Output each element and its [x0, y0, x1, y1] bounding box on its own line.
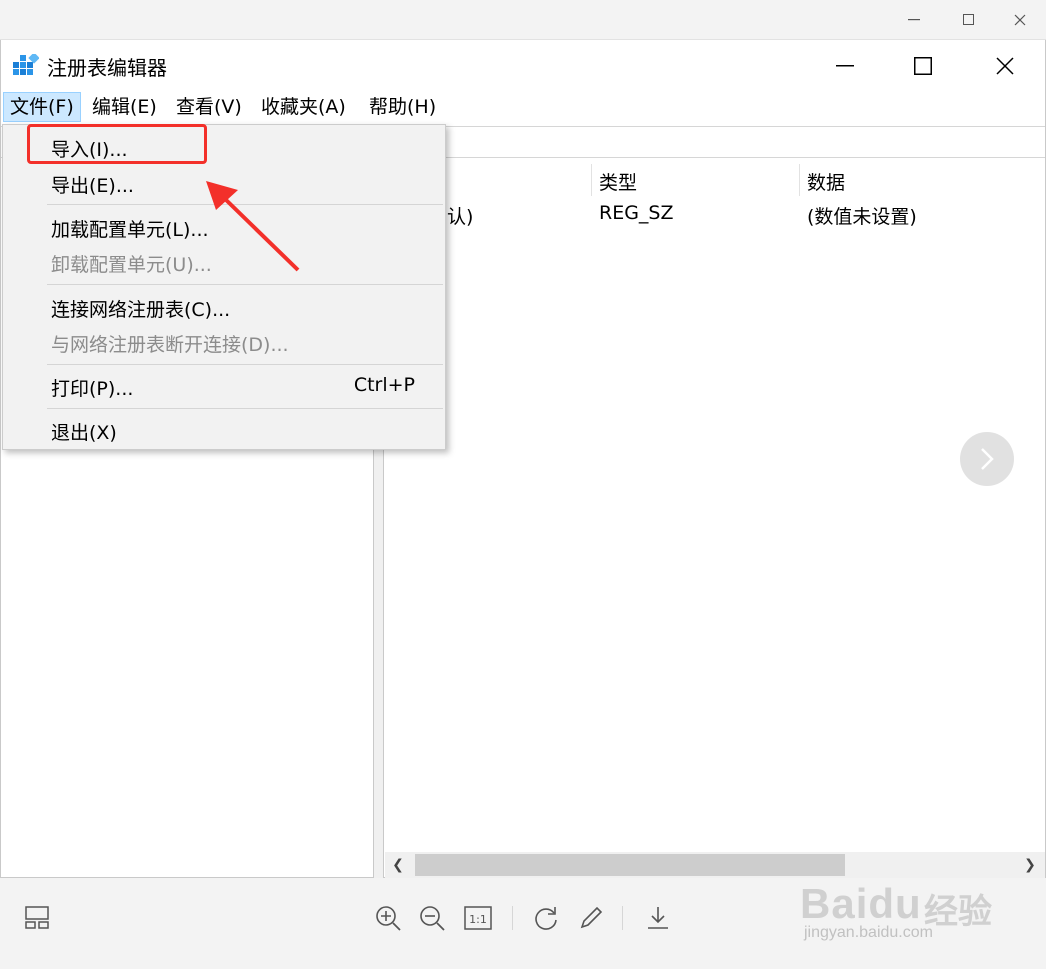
close-icon — [996, 57, 1014, 75]
menu-edit[interactable]: 编辑(E) — [86, 92, 163, 122]
scroll-left-icon[interactable]: ❮ — [387, 854, 409, 876]
title-bar: 注册表编辑器 — [1, 40, 1045, 90]
actual-size-icon[interactable]: 1:1 — [462, 902, 494, 934]
column-separator[interactable] — [591, 164, 592, 196]
watermark-jingyan: 经验 — [924, 892, 992, 932]
download-icon[interactable] — [642, 902, 674, 934]
toolbar-separator — [622, 906, 623, 930]
zoom-out-icon[interactable] — [416, 902, 448, 934]
window-title: 注册表编辑器 — [47, 56, 167, 80]
minimize-icon — [836, 65, 854, 67]
rotate-icon[interactable] — [530, 902, 562, 934]
viewer-close-icon[interactable] — [1006, 6, 1034, 34]
maximize-button[interactable] — [901, 46, 945, 86]
menu-view[interactable]: 查看(V) — [170, 92, 248, 122]
menu-separator — [47, 364, 443, 365]
next-image-button[interactable] — [960, 432, 1014, 486]
import-highlight-box — [27, 124, 207, 164]
value-type-cell[interactable]: REG_SZ — [599, 202, 674, 224]
column-separator[interactable] — [799, 164, 800, 196]
svg-text:1:1: 1:1 — [469, 913, 487, 926]
menu-bar: 文件(F) 编辑(E) 查看(V) 收藏夹(A) 帮助(H) — [1, 90, 1045, 124]
menu-help[interactable]: 帮助(H) — [363, 92, 442, 122]
zoom-in-icon[interactable] — [372, 902, 404, 934]
print-shortcut: Ctrl+P — [353, 374, 415, 396]
filmstrip-icon[interactable] — [22, 902, 54, 934]
annotation-arrow-icon — [206, 181, 300, 272]
menu-item-unload-hive[interactable]: 卸载配置单元(U)... — [51, 250, 212, 277]
column-header-type[interactable]: 类型 — [599, 168, 637, 195]
viewer-maximize-icon[interactable] — [955, 6, 983, 34]
menu-file[interactable]: 文件(F) — [3, 92, 81, 122]
chevron-right-icon — [981, 448, 994, 470]
watermark-brand: Baidu — [800, 880, 922, 927]
viewer-title-bar — [0, 0, 1046, 40]
value-list-pane[interactable]: 类型 数据 认) REG_SZ (数值未设置) — [385, 160, 1045, 878]
edit-pen-icon[interactable] — [575, 902, 607, 934]
menu-item-exit[interactable]: 退出(X) — [51, 418, 117, 445]
file-dropdown-menu: 导入(I)... 导出(E)... 加载配置单元(L)... 卸载配置单元(U)… — [2, 124, 446, 450]
menu-item-connect-network-registry[interactable]: 连接网络注册表(C)... — [51, 295, 230, 322]
registry-editor-icon — [13, 54, 39, 75]
menu-item-load-hive[interactable]: 加载配置单元(L)... — [51, 215, 209, 242]
baidu-jingyan-watermark: Baidu 经验 jingyan.baidu.com — [800, 858, 1030, 954]
watermark-url: jingyan.baidu.com — [804, 924, 933, 941]
minimize-button[interactable] — [823, 46, 867, 86]
menu-item-export[interactable]: 导出(E)... — [51, 171, 134, 198]
value-data-cell[interactable]: (数值未设置) — [807, 202, 917, 229]
close-button[interactable] — [983, 46, 1027, 86]
scrollbar-thumb[interactable] — [415, 854, 845, 876]
value-name-cell[interactable]: 认) — [447, 202, 473, 229]
menu-separator — [47, 408, 443, 409]
menu-item-disconnect-network-registry[interactable]: 与网络注册表断开连接(D)... — [51, 330, 289, 357]
column-header-data[interactable]: 数据 — [807, 168, 845, 195]
menu-item-print[interactable]: 打印(P)... — [51, 374, 133, 401]
menu-separator — [47, 284, 443, 285]
menu-favorites[interactable]: 收藏夹(A) — [255, 92, 352, 122]
viewer-minimize-icon[interactable] — [900, 6, 928, 34]
toolbar-separator — [512, 906, 513, 930]
maximize-icon — [914, 57, 932, 75]
